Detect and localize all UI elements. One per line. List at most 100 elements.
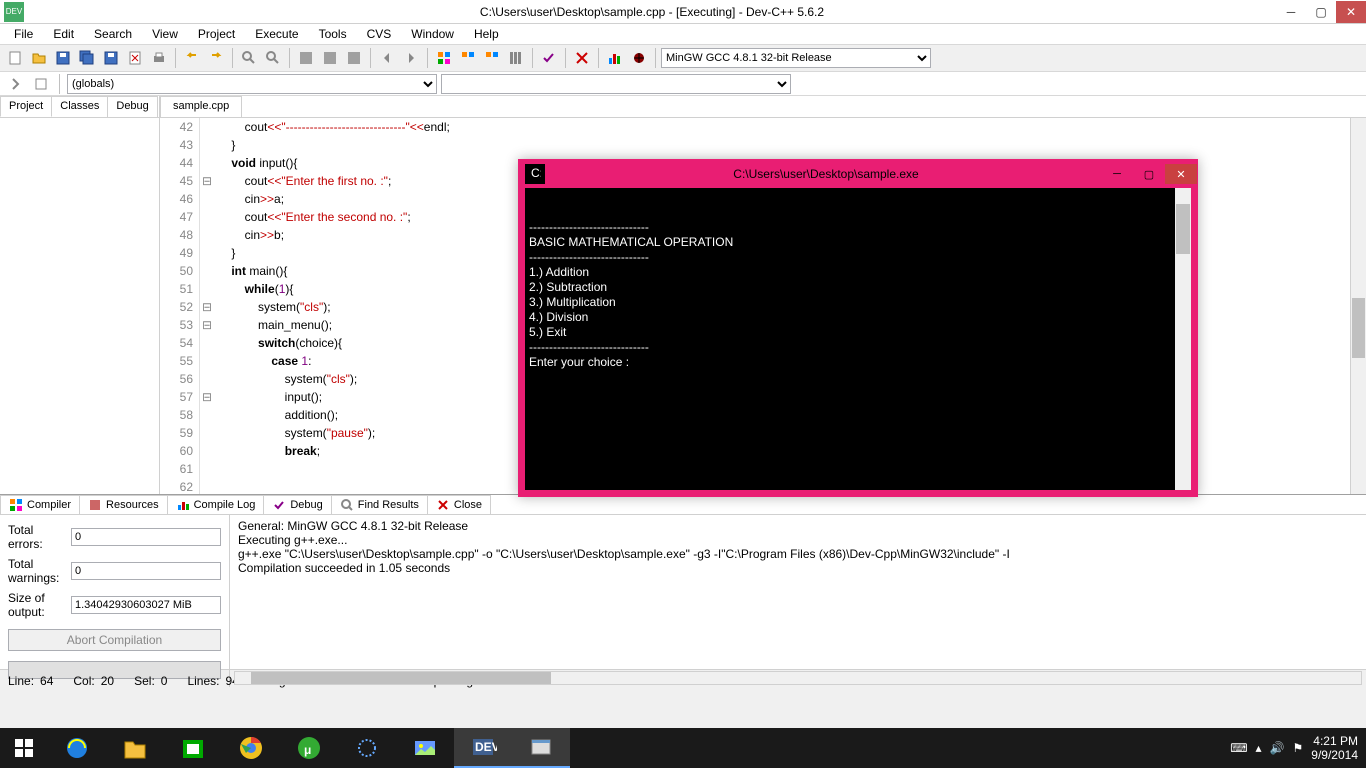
close-button[interactable]: ✕: [1336, 1, 1366, 23]
minimize-button[interactable]: ─: [1276, 1, 1306, 23]
run-button[interactable]: [319, 47, 341, 69]
replace-button[interactable]: [262, 47, 284, 69]
new-file-button[interactable]: [4, 47, 26, 69]
panel-tabs: ProjectClassesDebug: [0, 96, 159, 118]
warnings-field[interactable]: [71, 562, 221, 580]
system-tray: ⌨ ▴ 🔊 ⚑ 4:21 PM 9/9/2014: [1230, 734, 1366, 762]
console-maximize-button[interactable]: ▢: [1133, 164, 1165, 184]
console-window[interactable]: C:\ C:\Users\user\Desktop\sample.exe ─ ▢…: [518, 159, 1198, 497]
close-file-button[interactable]: [124, 47, 146, 69]
open-button[interactable]: [28, 47, 50, 69]
menu-tools[interactable]: Tools: [309, 25, 357, 43]
goto-class-button[interactable]: [30, 73, 52, 95]
window-title: C:\Users\user\Desktop\sample.cpp - [Exec…: [28, 5, 1276, 19]
size-field[interactable]: [71, 596, 221, 614]
editor-scrollbar[interactable]: [1350, 118, 1366, 494]
editor-tabs: sample.cpp: [160, 96, 1366, 118]
maximize-button[interactable]: ▢: [1306, 1, 1336, 23]
profile-button[interactable]: [481, 47, 503, 69]
bottom-panel: CompilerResourcesCompile LogDebugFind Re…: [0, 494, 1366, 669]
menu-execute[interactable]: Execute: [245, 25, 308, 43]
bottom-tab-compile-log[interactable]: Compile Log: [167, 495, 265, 514]
menu-window[interactable]: Window: [401, 25, 464, 43]
bottom-tab-compiler[interactable]: Compiler: [0, 495, 80, 514]
fold-column[interactable]: ⊟⊟⊟⊟: [200, 118, 214, 494]
compile-run-button[interactable]: [343, 47, 365, 69]
debug-button[interactable]: [457, 47, 479, 69]
stats-button[interactable]: [604, 47, 626, 69]
bottom-tab-resources[interactable]: Resources: [79, 495, 168, 514]
task-console[interactable]: [512, 728, 570, 768]
compile-log-content: Total errors: Total warnings: Size of ou…: [0, 515, 1366, 687]
print-button[interactable]: [148, 47, 170, 69]
menu-edit[interactable]: Edit: [43, 25, 84, 43]
task-explorer[interactable]: [106, 728, 164, 768]
bottom-tab-close[interactable]: Close: [427, 495, 491, 514]
app-icon: DEV: [4, 2, 24, 22]
redo-button[interactable]: [205, 47, 227, 69]
gutter: 4243444546474849505152535455565758596061…: [160, 118, 200, 494]
save-all-button[interactable]: [76, 47, 98, 69]
window-controls: ─ ▢ ✕: [1276, 1, 1366, 23]
console-icon: C:\: [525, 164, 545, 184]
compiler-select[interactable]: MinGW GCC 4.8.1 32-bit Release: [661, 48, 931, 68]
volume-icon[interactable]: 🔊: [1270, 741, 1285, 755]
left-panel: ProjectClassesDebug: [0, 96, 160, 494]
save-as-button[interactable]: [100, 47, 122, 69]
bottom-tab-find-results[interactable]: Find Results: [331, 495, 428, 514]
panel-tab-debug[interactable]: Debug: [107, 96, 157, 117]
console-minimize-button[interactable]: ─: [1101, 164, 1133, 184]
back-button[interactable]: [376, 47, 398, 69]
warnings-label: Total warnings:: [8, 557, 67, 585]
menu-view[interactable]: View: [142, 25, 188, 43]
size-label: Size of output:: [8, 591, 67, 619]
editor-tab-sample[interactable]: sample.cpp: [160, 96, 242, 117]
menu-help[interactable]: Help: [464, 25, 509, 43]
menu-file[interactable]: File: [4, 25, 43, 43]
main-toolbar: MinGW GCC 4.8.1 32-bit Release: [0, 44, 1366, 72]
forward-button[interactable]: [400, 47, 422, 69]
rebuild-button[interactable]: [433, 47, 455, 69]
menu-search[interactable]: Search: [84, 25, 142, 43]
panel-tab-project[interactable]: Project: [0, 96, 52, 117]
find-button[interactable]: [238, 47, 260, 69]
clear-button[interactable]: [571, 47, 593, 69]
panel-tab-classes[interactable]: Classes: [51, 96, 108, 117]
save-button[interactable]: [52, 47, 74, 69]
console-scrollbar[interactable]: [1175, 188, 1191, 490]
check-button[interactable]: [538, 47, 560, 69]
start-button[interactable]: [0, 728, 48, 768]
goto-func-button[interactable]: [4, 73, 26, 95]
keyboard-icon[interactable]: ⌨: [1230, 741, 1247, 755]
console-close-button[interactable]: ✕: [1165, 164, 1197, 184]
compile-log[interactable]: General: MinGW GCC 4.8.1 32-bit ReleaseE…: [230, 515, 1366, 687]
menu-project[interactable]: Project: [188, 25, 245, 43]
task-app1[interactable]: [338, 728, 396, 768]
scope-select[interactable]: (globals): [67, 74, 437, 94]
menubar: FileEditSearchViewProjectExecuteToolsCVS…: [0, 24, 1366, 44]
menu-cvs[interactable]: CVS: [357, 25, 402, 43]
abort-compilation-button[interactable]: Abort Compilation: [8, 629, 221, 651]
task-devcpp[interactable]: DEV: [454, 728, 512, 768]
errors-field[interactable]: [71, 528, 221, 546]
console-output[interactable]: ------------------------------BASIC MATH…: [525, 188, 1191, 490]
taskbar: μ DEV ⌨ ▴ 🔊 ⚑ 4:21 PM 9/9/2014: [0, 728, 1366, 768]
debug-icon-button[interactable]: [628, 47, 650, 69]
project-options-button[interactable]: [505, 47, 527, 69]
bottom-tabs: CompilerResourcesCompile LogDebugFind Re…: [0, 495, 1366, 515]
member-select[interactable]: [441, 74, 791, 94]
undo-button[interactable]: [181, 47, 203, 69]
clock[interactable]: 4:21 PM 9/9/2014: [1311, 734, 1358, 762]
tray-chevron-icon[interactable]: ▴: [1256, 741, 1262, 755]
console-title: C:\Users\user\Desktop\sample.exe: [551, 167, 1101, 181]
console-titlebar[interactable]: C:\ C:\Users\user\Desktop\sample.exe ─ ▢…: [519, 160, 1197, 188]
task-utorrent[interactable]: μ: [280, 728, 338, 768]
task-ie[interactable]: [48, 728, 106, 768]
task-photos[interactable]: [396, 728, 454, 768]
compile-button[interactable]: [295, 47, 317, 69]
task-chrome[interactable]: [222, 728, 280, 768]
bottom-tab-debug[interactable]: Debug: [263, 495, 331, 514]
log-hscroll[interactable]: [234, 671, 1362, 685]
action-center-icon[interactable]: ⚑: [1293, 741, 1304, 755]
task-store[interactable]: [164, 728, 222, 768]
